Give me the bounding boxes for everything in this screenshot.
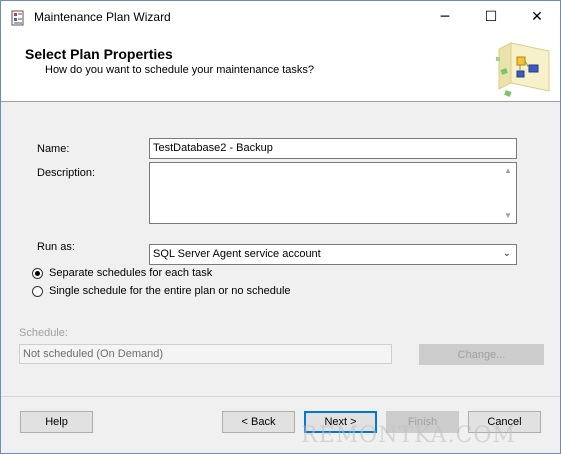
maximize-button[interactable]: ☐: [468, 1, 514, 33]
name-value: TestDatabase2 - Backup: [153, 142, 273, 154]
name-label: Name:: [37, 143, 70, 155]
wizard-window: Maintenance Plan Wizard ─ ☐ ✕ Select Pla…: [0, 0, 561, 454]
schedule-label: Schedule:: [19, 327, 68, 339]
description-textarea[interactable]: ▲ ▼: [149, 162, 517, 224]
wizard-header: Select Plan Properties How do you want t…: [1, 33, 560, 101]
title-bar[interactable]: Maintenance Plan Wizard ─ ☐ ✕: [1, 1, 560, 33]
maintenance-plan-app-icon: [10, 10, 26, 26]
radio-single-indicator[interactable]: [32, 285, 43, 297]
change-schedule-button[interactable]: Change...: [419, 344, 544, 365]
watermark-text: REMONTKA.COM: [301, 423, 516, 448]
maximize-icon: ☐: [484, 9, 498, 25]
wizard-header-graphic-icon: [496, 42, 550, 97]
close-button[interactable]: ✕: [514, 1, 560, 33]
description-label: Description:: [37, 167, 96, 179]
chevron-down-icon: ⌄: [502, 248, 511, 259]
radio-single-schedule[interactable]: Single schedule for the entire plan or n…: [32, 285, 291, 297]
scroll-down-icon[interactable]: ▼: [504, 211, 512, 220]
radio-separate-schedules[interactable]: Separate schedules for each task: [32, 267, 212, 279]
radio-separate-label: Separate schedules for each task: [49, 267, 213, 279]
runas-value: SQL Server Agent service account: [153, 248, 321, 260]
footer-separator: [1, 396, 560, 397]
change-schedule-label: Change...: [457, 348, 506, 361]
page-subtitle: How do you want to schedule your mainten…: [45, 64, 315, 76]
scroll-up-icon[interactable]: ▲: [504, 166, 512, 175]
back-button[interactable]: < Back: [222, 411, 295, 433]
close-icon: ✕: [531, 9, 543, 25]
runas-label: Run as:: [37, 241, 75, 253]
header-separator: [1, 101, 560, 102]
name-field[interactable]: TestDatabase2 - Backup: [149, 138, 517, 159]
schedule-field: Not scheduled (On Demand): [19, 344, 392, 364]
page-title: Select Plan Properties: [25, 46, 173, 62]
minimize-icon: ─: [440, 9, 450, 25]
back-label: < Back: [241, 416, 276, 428]
help-button[interactable]: Help: [20, 411, 93, 433]
help-label: Help: [45, 416, 68, 428]
radio-single-label: Single schedule for the entire plan or n…: [49, 285, 291, 297]
window-title: Maintenance Plan Wizard: [34, 10, 171, 24]
runas-select[interactable]: SQL Server Agent service account ⌄: [149, 244, 517, 265]
radio-separate-indicator[interactable]: [32, 267, 43, 279]
minimize-button[interactable]: ─: [422, 1, 468, 33]
description-scrollbar[interactable]: ▲ ▼: [501, 164, 515, 222]
schedule-value: Not scheduled (On Demand): [23, 348, 164, 360]
